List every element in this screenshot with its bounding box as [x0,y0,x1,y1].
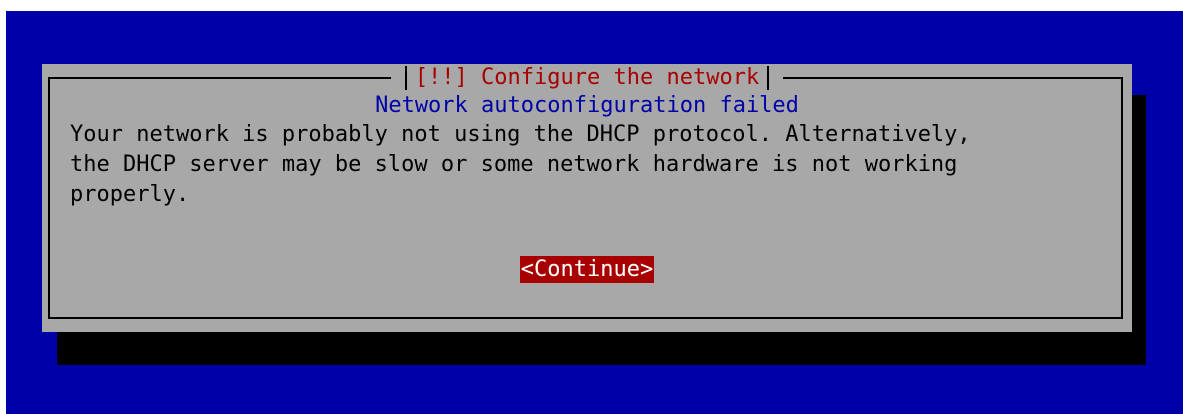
installer-screen: [!!] Configure the network Network autoc… [6,11,1183,414]
configure-network-dialog: [!!] Configure the network Network autoc… [42,64,1132,332]
dialog-title-wrap: [!!] Configure the network [42,65,1132,91]
title-left-bar [404,66,407,90]
dialog-message: Your network is probably not using the D… [70,120,1120,210]
dialog-title-text: [!!] Configure the network [414,65,760,90]
dialog-title: [!!] Configure the network [390,65,784,91]
message-line: Your network is probably not using the D… [70,122,971,147]
continue-button[interactable]: <Continue> [519,256,655,283]
message-line: properly. [70,182,190,207]
button-row: <Continue> [42,256,1132,283]
message-line: the DHCP server may be slow or some netw… [70,152,958,177]
dialog-subtitle: Network autoconfiguration failed [375,93,799,118]
title-right-bar [767,66,770,90]
